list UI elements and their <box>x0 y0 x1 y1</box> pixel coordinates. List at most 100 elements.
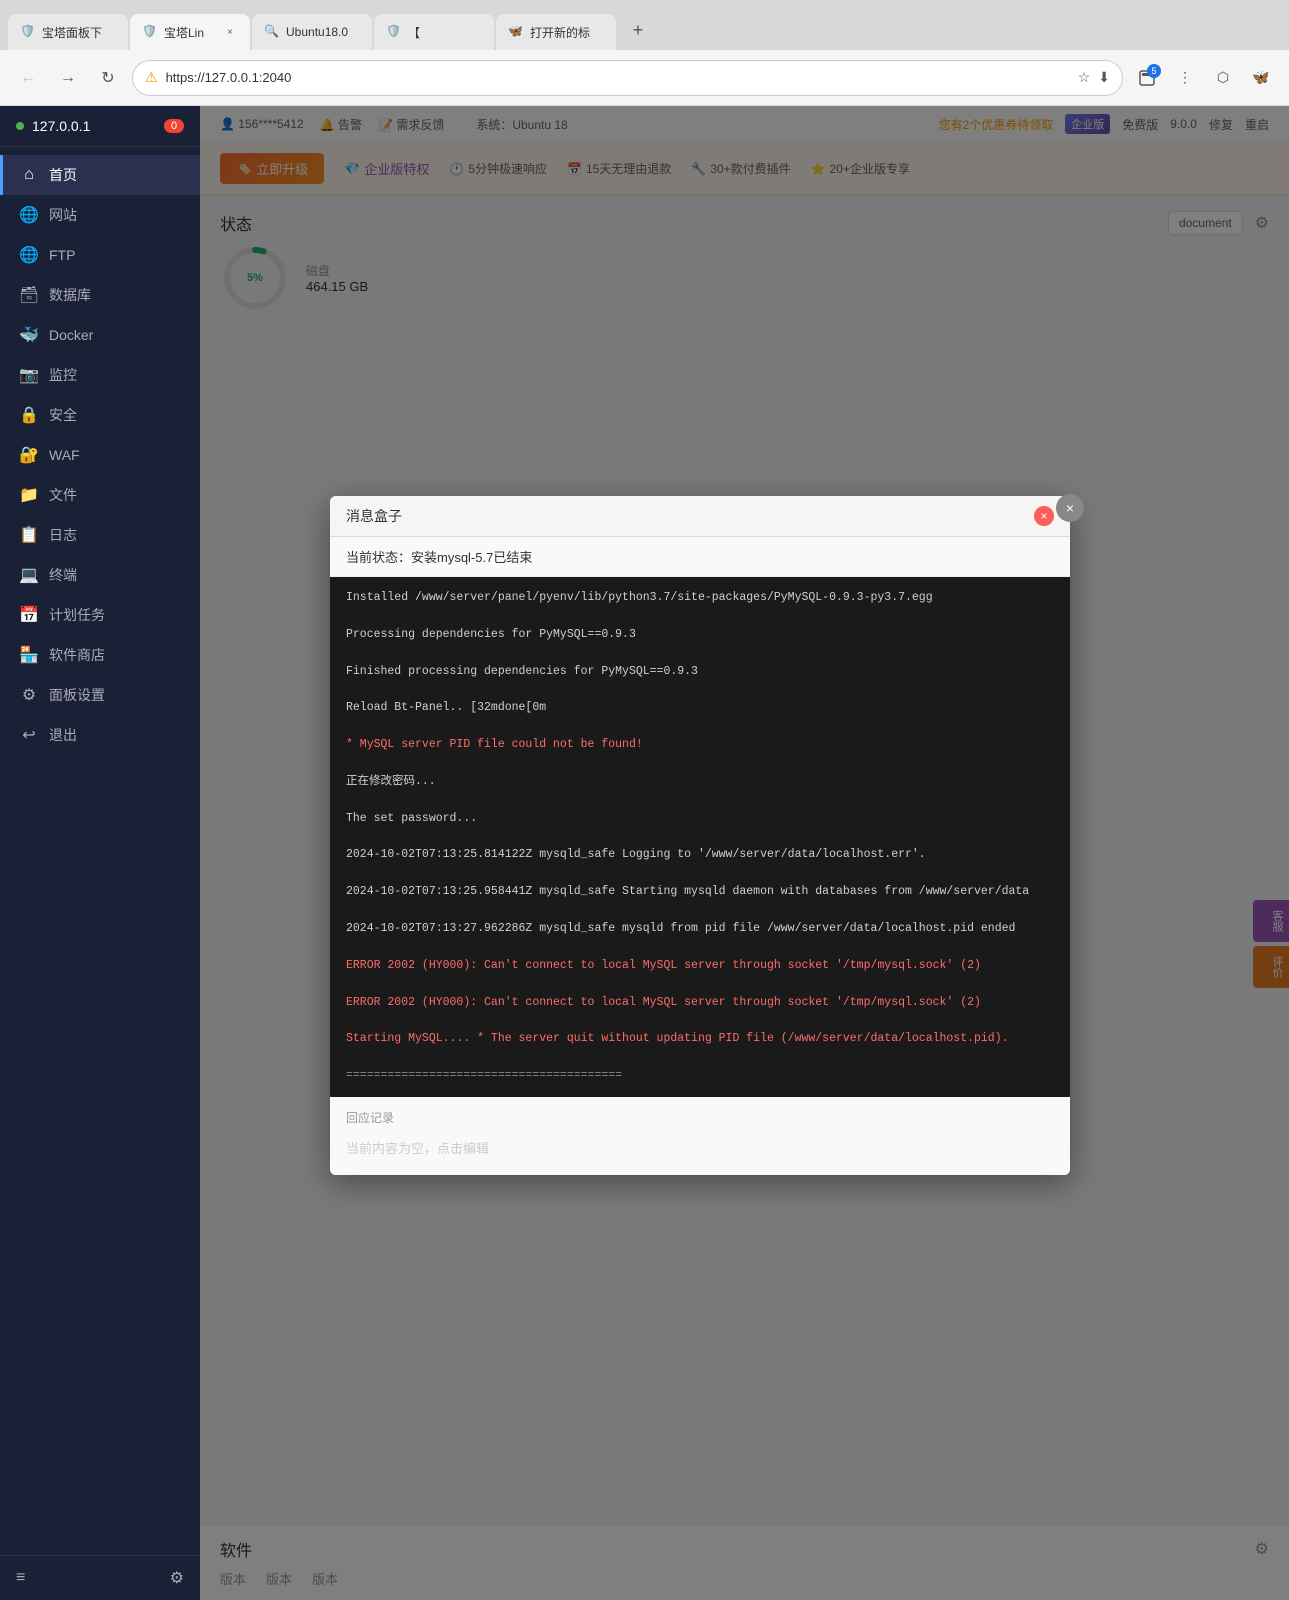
server-ip: 127.0.0.1 <box>32 118 90 134</box>
sidebar-item-label-ftp: FTP <box>49 247 75 263</box>
logs-icon: 📋 <box>19 525 39 545</box>
sidebar-item-label-home: 首页 <box>49 165 77 185</box>
extension-icon[interactable]: ⬡ <box>1207 62 1239 94</box>
tab-count-badge: 5 <box>1147 64 1161 78</box>
sidebar-item-label-security: 安全 <box>49 405 77 425</box>
message-box-title: 消息盒子 <box>346 506 402 526</box>
refresh-button[interactable]: ↻ <box>92 62 124 94</box>
address-bar: ← → ↻ ⚠ https://127.0.0.1:2040 ☆ ⬇ 5 ⋮ ⬡… <box>0 50 1289 106</box>
tab-favicon-5: 🦋 <box>508 24 524 40</box>
database-icon: 🗃 <box>19 285 39 305</box>
sidebar-item-label-settings: 面板设置 <box>49 685 105 705</box>
sidebar-item-label-docker: Docker <box>49 327 93 343</box>
tab-favicon-1: 🛡️ <box>20 24 36 40</box>
sidebar-item-monitor[interactable]: 📷 监控 <box>0 355 200 395</box>
monitor-icon: 📷 <box>19 365 39 385</box>
browser-tools: 5 ⋮ ⬡ 🦋 <box>1131 62 1277 94</box>
sidebar-footer: ≡ ⚙ <box>0 1555 200 1600</box>
sidebar-item-label-website: 网站 <box>49 205 77 225</box>
modal-close-right-button[interactable]: × <box>1056 494 1084 522</box>
url-text: https://127.0.0.1:2040 <box>166 70 1070 85</box>
files-icon: 📁 <box>19 485 39 505</box>
sidebar-item-security[interactable]: 🔒 安全 <box>0 395 200 435</box>
sidebar-item-tasks[interactable]: 📅 计划任务 <box>0 595 200 635</box>
website-icon: 🌐 <box>19 205 39 225</box>
sidebar-settings-button[interactable]: ⚙ <box>170 1568 184 1588</box>
message-box-close-button[interactable]: × <box>1034 506 1054 526</box>
terminal-line-7: The set password... <box>346 810 1054 828</box>
menu-button[interactable]: ⋮ <box>1169 62 1201 94</box>
sidebar-item-label-appstore: 软件商店 <box>49 645 105 665</box>
tab-label-4: 【 <box>408 24 482 41</box>
tab-bar: 🛡️ 宝塔面板下 🛡️ 宝塔Lin × 🔍 Ubuntu18.0 🛡️ 【 🦋 … <box>0 0 1289 50</box>
terminal-line-10: 2024-10-02T07:13:27.962286Z mysqld_safe … <box>346 920 1054 938</box>
terminal-line-1: Installed /www/server/panel/pyenv/lib/py… <box>346 589 1054 607</box>
bookmark-icon[interactable]: ☆ <box>1078 69 1091 86</box>
sidebar-item-label-monitor: 监控 <box>49 365 77 385</box>
sidebar-item-ftp[interactable]: 🌐 FTP <box>0 235 200 275</box>
tab-5[interactable]: 🦋 打开新的标 <box>496 14 616 50</box>
tab-favicon-3: 🔍 <box>264 24 280 40</box>
tab-favicon-2: 🛡️ <box>142 24 158 40</box>
logout-icon: ↩ <box>19 725 39 745</box>
new-tab-button[interactable]: + <box>622 14 654 46</box>
tasks-icon: 📅 <box>19 605 39 625</box>
terminal-output: Installed /www/server/panel/pyenv/lib/py… <box>330 577 1070 1097</box>
download-icon[interactable]: ⬇ <box>1098 69 1110 86</box>
sidebar-menu-button[interactable]: ≡ <box>16 1569 25 1587</box>
terminal-line-2: Processing dependencies for PyMySQL==0.9… <box>346 626 1054 644</box>
tab-3[interactable]: 🔍 Ubuntu18.0 <box>252 14 372 50</box>
back-button[interactable]: ← <box>12 62 44 94</box>
input-label: 回应记录 <box>346 1109 1054 1126</box>
tab-label-2: 宝塔Lin <box>164 24 216 41</box>
page-content: 👤 156****5412 🔔 告警 📝 需求反馈 系统：Ubuntu 18 您… <box>200 106 1289 1600</box>
terminal-line-12: ERROR 2002 (HY000): Can't connect to loc… <box>346 994 1054 1012</box>
server-info: 127.0.0.1 <box>16 118 90 134</box>
tab-close-2[interactable]: × <box>222 24 238 40</box>
modal-overlay: 消息盒子 × 当前状态：安装mysql-5.7已结束 Installed /ww… <box>200 106 1289 1600</box>
browser-chrome: 🛡️ 宝塔面板下 🛡️ 宝塔Lin × 🔍 Ubuntu18.0 🛡️ 【 🦋 … <box>0 0 1289 106</box>
sidebar-item-appstore[interactable]: 🏪 软件商店 <box>0 635 200 675</box>
notification-badge[interactable]: 0 <box>164 119 184 133</box>
sidebar-item-logout[interactable]: ↩ 退出 <box>0 715 200 755</box>
terminal-icon: 💻 <box>19 565 39 585</box>
sidebar-item-database[interactable]: 🗃 数据库 <box>0 275 200 315</box>
terminal-line-11: ERROR 2002 (HY000): Can't connect to loc… <box>346 957 1054 975</box>
input-area: 回应记录 当前内容为空，点击编辑 <box>330 1097 1070 1175</box>
sidebar-item-settings[interactable]: ⚙ 面板设置 <box>0 675 200 715</box>
settings-icon: ⚙ <box>19 685 39 705</box>
waf-icon: 🔐 <box>19 445 39 465</box>
main-area: 127.0.0.1 0 ⌂ 首页 🌐 网站 🌐 FTP 🗃 数据库 🐳 <box>0 106 1289 1600</box>
input-field[interactable]: 当前内容为空，点击编辑 <box>346 1132 1054 1163</box>
sidebar-item-files[interactable]: 📁 文件 <box>0 475 200 515</box>
message-box-status: 当前状态：安装mysql-5.7已结束 <box>330 537 1070 577</box>
status-text: 当前状态：安装mysql-5.7已结束 <box>346 550 532 565</box>
sidebar-item-label-tasks: 计划任务 <box>49 605 105 625</box>
tab-favicon-4: 🛡️ <box>386 24 402 40</box>
sidebar-item-logs[interactable]: 📋 日志 <box>0 515 200 555</box>
sidebar-item-website[interactable]: 🌐 网站 <box>0 195 200 235</box>
appstore-icon: 🏪 <box>19 645 39 665</box>
terminal-line-3: Finished processing dependencies for PyM… <box>346 663 1054 681</box>
url-bar[interactable]: ⚠ https://127.0.0.1:2040 ☆ ⬇ <box>132 60 1123 96</box>
terminal-line-13: Starting MySQL.... * The server quit wit… <box>346 1030 1054 1048</box>
sidebar-item-terminal[interactable]: 💻 终端 <box>0 555 200 595</box>
tab-label-3: Ubuntu18.0 <box>286 25 360 39</box>
terminal-line-8: 2024-10-02T07:13:25.814122Z mysqld_safe … <box>346 846 1054 864</box>
butterfly-icon[interactable]: 🦋 <box>1245 62 1277 94</box>
sidebar-item-home[interactable]: ⌂ 首页 <box>0 155 200 195</box>
sidebar-item-label-logs: 日志 <box>49 525 77 545</box>
sidebar-item-docker[interactable]: 🐳 Docker <box>0 315 200 355</box>
forward-button[interactable]: → <box>52 62 84 94</box>
docker-icon: 🐳 <box>19 325 39 345</box>
tab-count-button[interactable]: 5 <box>1131 62 1163 94</box>
server-status-dot <box>16 122 24 130</box>
sidebar-item-waf[interactable]: 🔐 WAF <box>0 435 200 475</box>
sidebar-item-label-logout: 退出 <box>49 725 77 745</box>
tab-4[interactable]: 🛡️ 【 <box>374 14 494 50</box>
tab-2[interactable]: 🛡️ 宝塔Lin × <box>130 14 250 50</box>
terminal-line-6: 正在修改密码... <box>346 773 1054 791</box>
tab-1[interactable]: 🛡️ 宝塔面板下 <box>8 14 128 50</box>
message-box: 消息盒子 × 当前状态：安装mysql-5.7已结束 Installed /ww… <box>330 496 1070 1175</box>
terminal-line-5: * MySQL server PID file could not be fou… <box>346 736 1054 754</box>
